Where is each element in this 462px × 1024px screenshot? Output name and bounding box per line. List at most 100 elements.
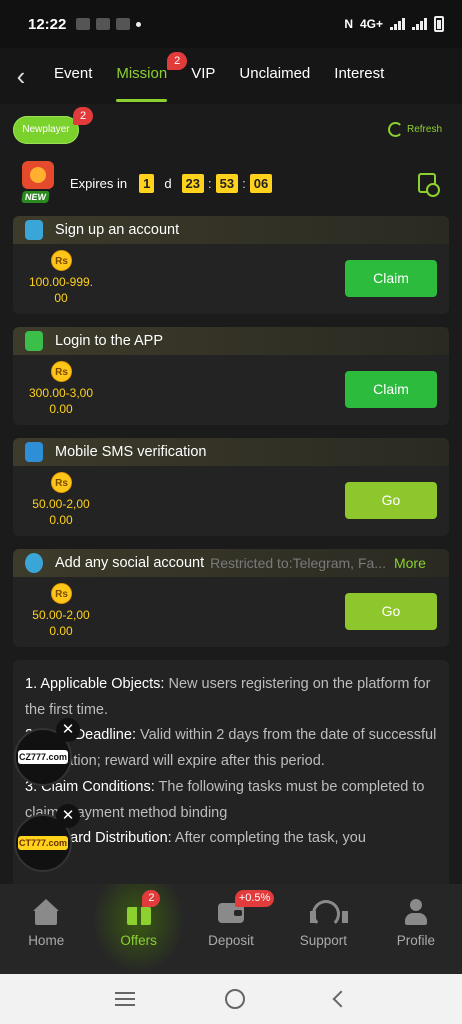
task-header: Mobile SMS verification xyxy=(13,438,449,466)
rupee-coin-icon: Rs xyxy=(51,361,72,382)
rule-item: 1. Applicable Objects: New users registe… xyxy=(25,672,437,723)
ad-logo: CZ777.com xyxy=(18,750,68,764)
nav-deposit[interactable]: Deposit +0.5% xyxy=(185,884,277,974)
back-button[interactable]: ‹ xyxy=(0,61,42,92)
user-icon xyxy=(402,899,430,925)
task-card: Add any social account Restricted to:Tel… xyxy=(13,549,449,647)
rule-item: 2. Task Deadline: Valid within 2 days fr… xyxy=(25,723,437,774)
tab-unclaimed[interactable]: Unclaimed xyxy=(227,48,322,104)
task-card: Mobile SMS verification Rs 50.00-2,00 0.… xyxy=(13,438,449,536)
nfc-icon: N xyxy=(344,17,353,31)
reward-range: 50.00-2,00 0.00 xyxy=(32,497,90,527)
expires-label: Expires in xyxy=(70,175,128,191)
tab-interest[interactable]: Interest xyxy=(322,48,396,104)
expiry-row: NEW Expires in 1 d 23 : 53 : 06 xyxy=(16,160,446,206)
rupee-coin-icon: Rs xyxy=(51,583,72,604)
close-ad-button[interactable]: ✕ xyxy=(56,804,80,828)
countdown-day-unit: d xyxy=(164,175,172,191)
task-reward-amount: 300.00-3,00 0.00 xyxy=(19,385,103,417)
new-gift-icon: NEW xyxy=(16,161,60,205)
rules-panel: 1. Applicable Objects: New users registe… xyxy=(13,660,449,890)
tab-label: Unclaimed xyxy=(239,65,311,82)
rule-item: 4. Reward Distribution: After completing… xyxy=(25,826,437,852)
task-reward-amount: 50.00-2,00 0.00 xyxy=(19,607,103,639)
phone-sms-icon xyxy=(25,442,43,462)
claim-button[interactable]: Claim xyxy=(345,260,437,297)
refresh-button[interactable]: Refresh xyxy=(387,122,442,137)
more-notifications-dot-icon xyxy=(136,21,142,27)
system-back-icon[interactable] xyxy=(332,990,350,1008)
task-title: Sign up an account xyxy=(55,222,180,238)
countdown-seconds: 06 xyxy=(249,173,273,193)
countdown-minutes: 53 xyxy=(215,173,239,193)
bottom-nav: Home Offers 2 Deposit +0.5% Support Prof… xyxy=(0,884,462,974)
nav-support[interactable]: Support xyxy=(277,884,369,974)
task-title: Mobile SMS verification xyxy=(55,444,207,460)
task-reward-amount: 50.00-2,00 0.00 xyxy=(19,496,103,528)
refresh-label: Refresh xyxy=(406,124,442,135)
tab-mission[interactable]: Mission 2 xyxy=(104,48,188,104)
countdown-hours: 23 xyxy=(181,173,205,193)
system-indicators: N 4G+ xyxy=(344,16,444,32)
history-calendar-icon[interactable] xyxy=(418,173,440,197)
nav-profile[interactable]: Profile xyxy=(370,884,462,974)
headset-icon xyxy=(309,899,349,928)
login-icon xyxy=(25,331,43,351)
reward-range: 50.00-2,00 0.00 xyxy=(32,608,90,638)
nav-badge: +0.5% xyxy=(234,890,275,907)
task-card: Sign up an account Rs 100.00-999. 00 Cla… xyxy=(13,216,449,314)
task-header: Login to the APP xyxy=(13,327,449,355)
signal-icon xyxy=(390,18,405,30)
newplayer-badge: 2 xyxy=(73,107,93,125)
home-circle-icon[interactable] xyxy=(225,989,245,1009)
notification-icons xyxy=(76,18,142,30)
task-title: Login to the APP xyxy=(55,333,164,349)
task-title: Add any social account xyxy=(55,555,205,571)
nav-label: Support xyxy=(299,933,348,948)
nav-offers[interactable]: Offers 2 xyxy=(92,884,185,974)
ad-logo: CT777.com xyxy=(18,836,68,850)
nav-label: Deposit xyxy=(208,933,254,948)
tab-label: Event xyxy=(54,65,93,82)
go-button[interactable]: Go xyxy=(345,482,437,519)
newplayer-chip[interactable]: Newplayer 2 xyxy=(13,107,93,144)
restriction-text: Restricted to:Telegram, Fa... xyxy=(210,555,386,571)
rule-heading: 1. Applicable Objects: xyxy=(25,676,165,692)
system-nav-bar xyxy=(0,974,462,1024)
rupee-coin-icon: Rs xyxy=(51,472,72,493)
go-button[interactable]: Go xyxy=(345,593,437,630)
top-tab-bar: ‹ Event Mission 2 VIP Unclaimed Interest xyxy=(0,48,462,104)
nav-badge: 2 xyxy=(142,890,161,907)
new-icon-label: NEW xyxy=(21,191,50,203)
signup-icon xyxy=(25,220,43,240)
rule-item: 3. Claim Conditions: The following tasks… xyxy=(25,775,437,826)
refresh-icon xyxy=(387,122,403,137)
task-reward-amount: 100.00-999. 00 xyxy=(19,274,103,306)
nav-label: Profile xyxy=(396,933,435,948)
tab-event[interactable]: Event xyxy=(42,48,104,104)
battery-icon xyxy=(434,16,444,32)
claim-button[interactable]: Claim xyxy=(345,371,437,408)
nav-label: Home xyxy=(28,933,65,948)
nav-home[interactable]: Home xyxy=(0,884,92,974)
notification-icon xyxy=(76,18,91,30)
newplayer-label: Newplayer xyxy=(22,124,70,135)
task-header: Sign up an account xyxy=(13,216,449,244)
notification-icon xyxy=(96,18,111,30)
home-icon xyxy=(32,899,60,925)
close-ad-button[interactable]: ✕ xyxy=(56,718,80,742)
status-time: 12:22 xyxy=(28,15,67,33)
reward-range: 100.00-999. 00 xyxy=(28,275,94,305)
social-account-icon xyxy=(25,553,43,573)
countdown-separator: : xyxy=(208,175,212,191)
more-link[interactable]: More xyxy=(394,555,426,571)
countdown-days: 1 xyxy=(139,173,155,193)
notification-icon xyxy=(116,18,131,30)
status-bar: 12:22 N 4G+ xyxy=(0,0,462,48)
tab-label: VIP xyxy=(191,65,216,82)
nav-label: Offers xyxy=(120,933,157,948)
rule-text: After completing the task, you xyxy=(171,830,366,847)
tab-vip[interactable]: VIP xyxy=(179,48,227,104)
reward-range: 300.00-3,00 0.00 xyxy=(28,386,94,416)
recent-apps-icon[interactable] xyxy=(115,992,135,1006)
